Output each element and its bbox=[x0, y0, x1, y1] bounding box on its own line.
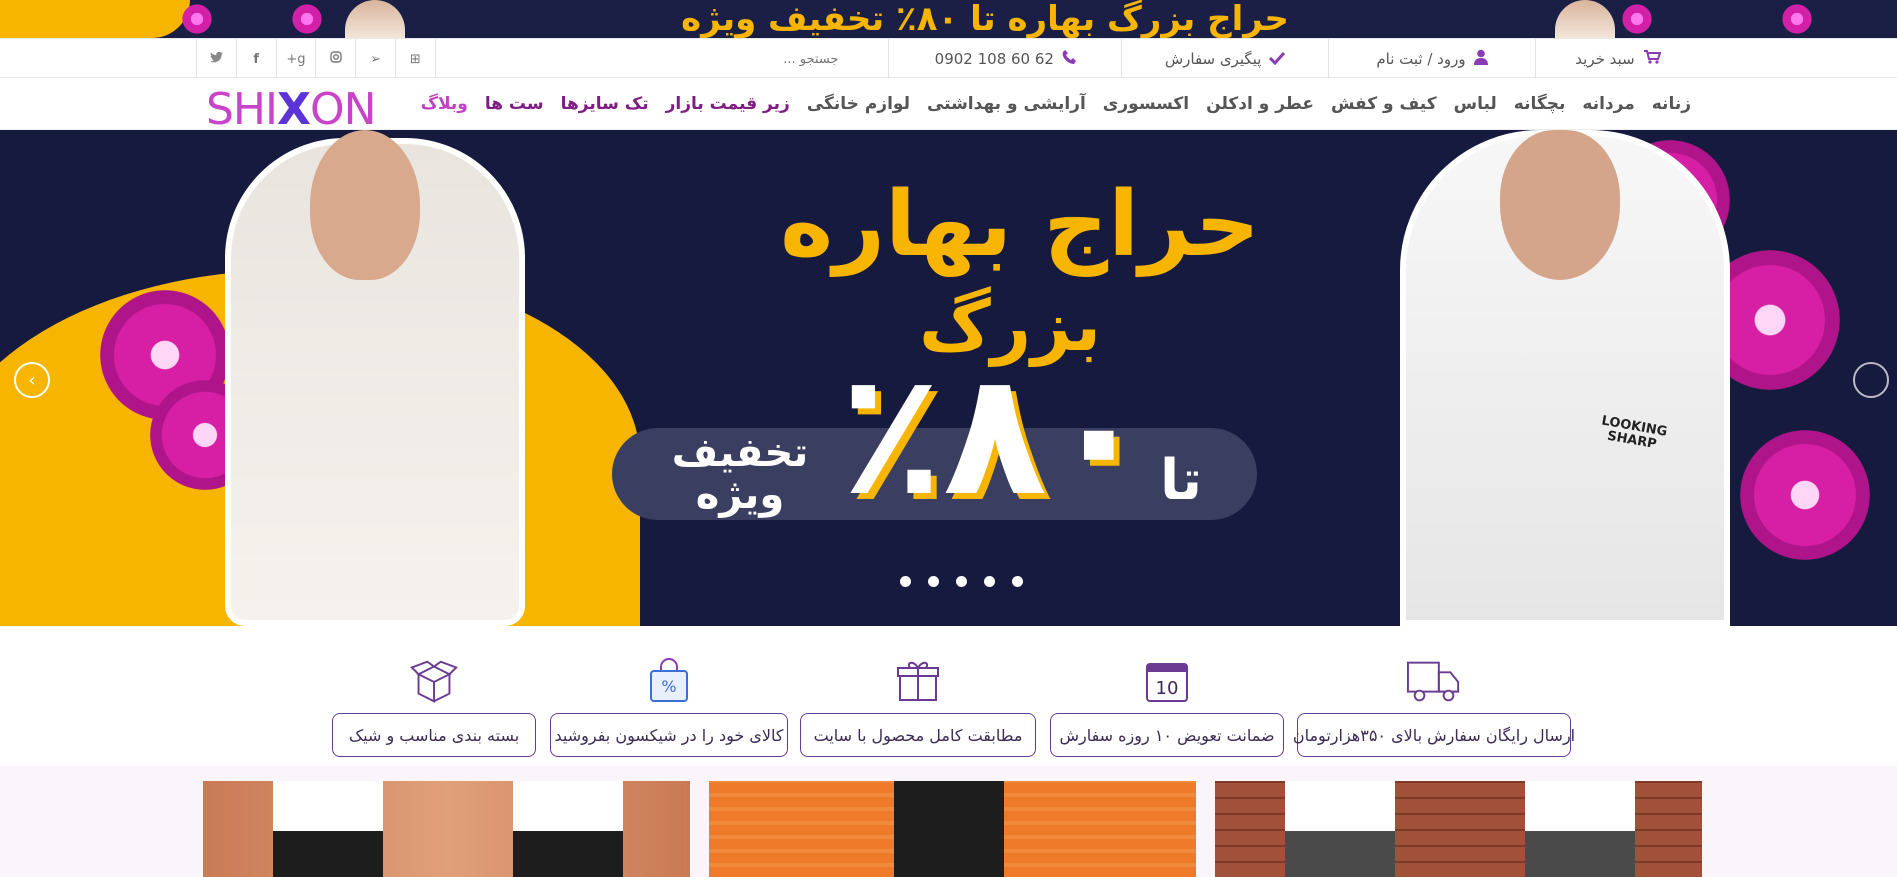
phone-icon bbox=[1062, 49, 1076, 69]
facebook-icon: f bbox=[253, 51, 260, 67]
flower-decoration bbox=[290, 2, 324, 36]
model-man-head bbox=[1500, 130, 1620, 280]
package-box-icon bbox=[406, 656, 462, 706]
phone-number: 0902 108 60 62 bbox=[934, 50, 1054, 68]
delivery-truck-icon bbox=[1406, 656, 1462, 706]
nav-item-home-appliances[interactable]: لوازم خانگی bbox=[807, 94, 910, 114]
feature-10-day-return: 10 ضمانت تعویض ۱۰ روزه سفارش bbox=[1050, 656, 1284, 761]
slider-next-button[interactable] bbox=[1853, 362, 1889, 398]
search-box[interactable] bbox=[434, 39, 889, 79]
nav-item-blog[interactable]: وبلاگ bbox=[421, 94, 468, 114]
main-nav: زنانه مردانه بچگانه لباس کیف و کفش عطر و… bbox=[421, 78, 1691, 130]
order-tracking-link[interactable]: پیگیری سفارش bbox=[1121, 39, 1328, 79]
model-pants-image bbox=[894, 781, 1004, 877]
nav-item-men[interactable]: مردانه bbox=[1582, 94, 1634, 114]
telegram-link[interactable]: ➢ bbox=[355, 39, 395, 79]
feature-packaging: بسته بندی مناسب و شیک bbox=[332, 656, 536, 761]
logo-text-x: X bbox=[277, 84, 311, 135]
nav-item-women[interactable]: زنانه bbox=[1652, 94, 1691, 114]
shopping-bag-icon-symbol: % bbox=[661, 677, 676, 696]
model-pants-image bbox=[513, 831, 623, 877]
nav-item-single-sizes[interactable]: تک سایزها bbox=[561, 94, 649, 114]
flower-decoration bbox=[180, 2, 214, 36]
feature-label: کالای خود را در شیکسون بفروشید bbox=[550, 713, 788, 757]
hero-special-discount-text: تخفیف ویژه bbox=[671, 430, 809, 518]
utility-bar: سبد خرید ورود / ثبت نام پیگیری سفارش 090… bbox=[0, 38, 1897, 79]
model-pants-image bbox=[1285, 831, 1395, 877]
nav-item-bags-shoes[interactable]: کیف و کفش bbox=[1331, 94, 1437, 114]
utility-bar-inner: سبد خرید ورود / ثبت نام پیگیری سفارش 090… bbox=[196, 39, 1700, 79]
nav-item-cosmetics[interactable]: آرایشی و بهداشتی bbox=[927, 94, 1086, 114]
nav-item-below-market-price[interactable]: زیر قیمت بازار bbox=[666, 94, 790, 114]
slider-dot[interactable] bbox=[956, 576, 967, 587]
instagram-icon bbox=[330, 51, 342, 67]
logo-text-start: SHI bbox=[206, 84, 278, 135]
chevron-left-icon: ‹ bbox=[28, 369, 36, 391]
logo-text-end: ON bbox=[309, 84, 377, 135]
hero-title-line1: حراج بهاره bbox=[780, 172, 1260, 277]
google-plus-link[interactable]: g+ bbox=[275, 39, 316, 79]
login-label: ورود / ثبت نام bbox=[1376, 50, 1466, 68]
feature-free-shipping: ارسال رایگان سفارش بالای ۳۵۰هزارتومان bbox=[1293, 656, 1575, 761]
twitter-icon bbox=[209, 51, 223, 67]
check-icon bbox=[1269, 50, 1286, 69]
calendar-icon: 10 bbox=[1139, 656, 1195, 706]
flower-decoration bbox=[1620, 2, 1654, 36]
slider-dot[interactable] bbox=[900, 576, 911, 587]
hero-up-to-text: تا bbox=[1160, 448, 1203, 513]
facebook-link[interactable]: f bbox=[235, 39, 276, 79]
calendar-icon-number: 10 bbox=[1156, 678, 1179, 699]
phone-link[interactable]: 0902 108 60 62 bbox=[888, 39, 1121, 79]
promo-strip-text: حراج بزرگ بهاره تا ۸۰٪ تخفیف ویژه bbox=[681, 0, 1289, 38]
user-icon bbox=[1473, 49, 1488, 69]
slider-dot[interactable] bbox=[1012, 576, 1023, 587]
features-row: ارسال رایگان سفارش بالای ۳۵۰هزارتومان 10… bbox=[0, 626, 1897, 766]
model-man-image bbox=[1555, 0, 1615, 38]
gift-icon bbox=[890, 656, 946, 706]
slider-prev-button[interactable]: ‹ bbox=[14, 362, 50, 398]
feature-label: ضمانت تعویض ۱۰ روزه سفارش bbox=[1050, 713, 1284, 757]
search-input[interactable] bbox=[638, 51, 839, 67]
cart-icon bbox=[1643, 49, 1662, 69]
flower-decoration bbox=[1780, 2, 1814, 36]
product-thumb[interactable] bbox=[203, 781, 690, 877]
feature-sell-on-shixon: % کالای خود را در شیکسون بفروشید bbox=[550, 656, 788, 761]
cart-label: سبد خرید bbox=[1575, 50, 1635, 68]
product-thumb[interactable] bbox=[1215, 781, 1702, 877]
slider-dot[interactable] bbox=[928, 576, 939, 587]
google-plus-icon: g+ bbox=[286, 51, 306, 67]
top-promo-banner[interactable]: حراج بزرگ بهاره تا ۸۰٪ تخفیف ویژه bbox=[0, 0, 1897, 38]
model-pants-image bbox=[1525, 831, 1635, 877]
model-pants-image bbox=[273, 831, 383, 877]
windows-link[interactable]: ⊞ bbox=[394, 39, 435, 79]
windows-icon: ⊞ bbox=[409, 51, 421, 67]
nav-item-clothing[interactable]: لباس bbox=[1454, 94, 1497, 114]
feature-product-match: مطابقت کامل محصول با سایت bbox=[800, 656, 1036, 761]
nav-item-perfume[interactable]: عطر و ادکلن bbox=[1206, 94, 1314, 114]
feature-label: مطابقت کامل محصول با سایت bbox=[800, 713, 1036, 757]
nav-item-kids[interactable]: بچگانه bbox=[1514, 94, 1566, 114]
instagram-link[interactable] bbox=[315, 39, 355, 79]
product-thumb[interactable] bbox=[709, 781, 1196, 877]
slider-dot[interactable] bbox=[984, 576, 995, 587]
feature-label: ارسال رایگان سفارش بالای ۳۵۰هزارتومان bbox=[1293, 713, 1575, 757]
cart-link[interactable]: سبد خرید bbox=[1534, 39, 1700, 79]
telegram-icon: ➢ bbox=[370, 51, 381, 67]
shopping-bag-icon: % bbox=[641, 656, 697, 706]
login-link[interactable]: ورود / ثبت نام bbox=[1328, 39, 1535, 79]
feature-label: بسته بندی مناسب و شیک bbox=[332, 713, 536, 757]
nav-item-sets[interactable]: ست ها bbox=[485, 94, 544, 114]
model-woman-head bbox=[310, 130, 420, 280]
flower-decoration bbox=[1740, 430, 1870, 560]
promo-yellow-shape bbox=[0, 0, 190, 38]
slider-dots bbox=[900, 576, 1023, 587]
model-woman-image bbox=[345, 0, 405, 38]
hero-percent-text: ٪۸۰ bbox=[839, 336, 1151, 534]
hero-slider[interactable]: حراج بهاره بزرگ تخفیف ویژه تا ٪۸۰ LOOKIN… bbox=[0, 130, 1897, 626]
twitter-link[interactable] bbox=[196, 39, 236, 79]
shixon-logo[interactable]: SHIXON bbox=[206, 84, 377, 135]
nav-item-accessories[interactable]: اکسسوری bbox=[1103, 94, 1189, 114]
order-tracking-label: پیگیری سفارش bbox=[1164, 50, 1262, 68]
